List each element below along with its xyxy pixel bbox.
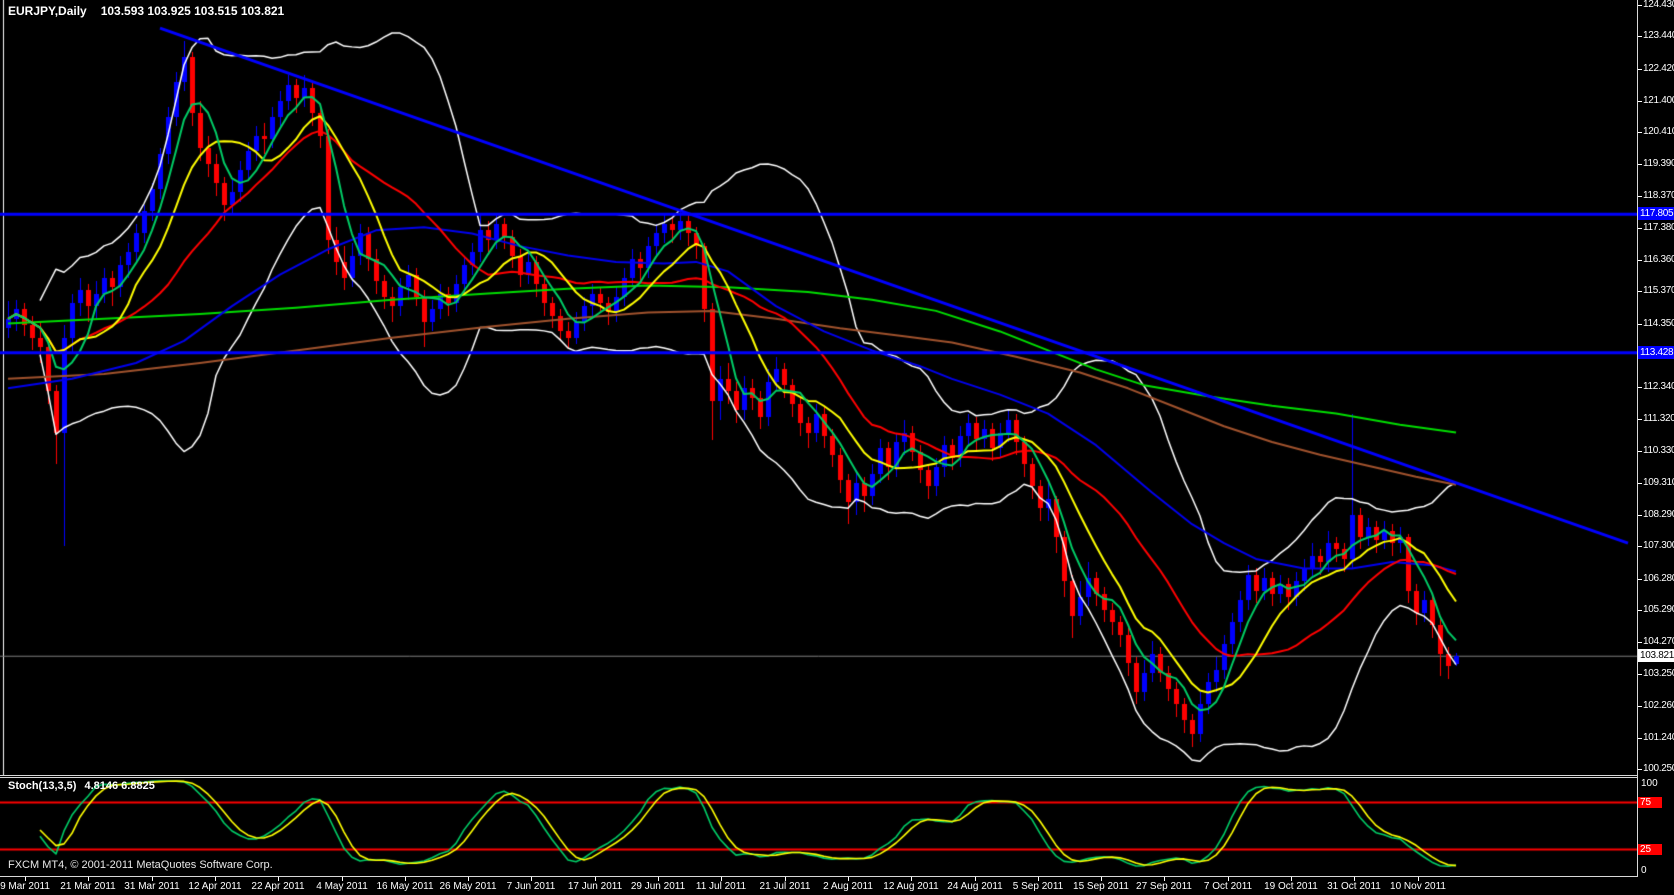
panel-separator-bottom[interactable] (0, 777, 1638, 778)
price-axis-tick (1638, 196, 1642, 197)
price-axis-tick (1638, 769, 1642, 770)
price-axis-tick (1638, 132, 1642, 133)
price-axis-label: 114.350 (1643, 318, 1674, 329)
date-axis-label: 31 Oct 2011 (1327, 881, 1381, 892)
date-axis-label: 31 Mar 2011 (124, 881, 180, 892)
date-axis-label: 21 Jul 2011 (759, 881, 811, 892)
date-axis-label: 24 Aug 2011 (947, 881, 1003, 892)
price-axis-label: 116.360 (1643, 254, 1674, 265)
price-axis-label: 124.430 (1643, 0, 1674, 10)
date-axis-label: 12 Aug 2011 (883, 881, 939, 892)
price-axis-label: 123.440 (1643, 30, 1674, 41)
price-axis-label: 115.370 (1643, 285, 1674, 296)
price-axis[interactable]: 124.430 123.440 122.420 121.400 120.410 119.3… (1638, 0, 1674, 877)
time-axis[interactable]: 9 Mar 2011 21 Mar 2011 31 Mar 2011 12 Apr 2… (0, 877, 1674, 895)
price-axis-tick (1638, 228, 1642, 229)
date-axis-label: 10 Nov 2011 (1390, 881, 1446, 892)
copyright-text: FXCM MT4, © 2001-2011 MetaQuotes Softwar… (8, 859, 273, 871)
price-axis-label: 106.280 (1643, 573, 1674, 584)
price-axis-tick (1638, 164, 1642, 165)
price-axis-tick (1638, 546, 1642, 547)
price-axis-label: 100.250 (1643, 763, 1674, 774)
date-axis-label: 4 May 2011 (316, 881, 368, 892)
date-axis-label: 29 Jun 2011 (630, 881, 686, 892)
date-axis-label: 22 Apr 2011 (251, 881, 305, 892)
price-axis-tick (1638, 483, 1642, 484)
date-axis-label: 19 Oct 2011 (1264, 881, 1318, 892)
price-axis-label: 119.390 (1643, 158, 1674, 169)
date-axis-label: 17 Jun 2011 (567, 881, 623, 892)
chart-title: EURJPY,Daily 103.593 103.925 103.515 103.… (8, 4, 284, 18)
stochastic-values: 4.8146 6.8825 (84, 780, 155, 792)
price-axis-tick (1638, 515, 1642, 516)
price-axis-tick (1638, 387, 1642, 388)
price-axis-tick (1638, 260, 1642, 261)
stoch-axis-label: 0 (1641, 865, 1647, 876)
date-axis-label: 21 Mar 2011 (60, 881, 116, 892)
price-axis-tick (1638, 69, 1642, 70)
price-axis-tick (1638, 291, 1642, 292)
date-axis-label: 2 Aug 2011 (823, 881, 873, 892)
stochastic-title: Stoch(13,3,5) 4.8146 6.8825 (8, 780, 155, 792)
mt4-chart-window: EURJPY,Daily 103.593 103.925 103.515 103.… (0, 0, 1674, 895)
price-axis-tick (1638, 674, 1642, 675)
price-axis-label: 108.290 (1643, 509, 1674, 520)
price-axis-label: 103.250 (1643, 668, 1674, 679)
price-axis-tick (1638, 579, 1642, 580)
date-axis-label: 26 May 2011 (439, 881, 497, 892)
ohlc-values: 103.593 103.925 103.515 103.821 (100, 4, 285, 18)
date-axis-label: 7 Jun 2011 (506, 881, 556, 892)
price-axis-tick (1638, 101, 1642, 102)
price-axis-label: 110.330 (1643, 445, 1674, 456)
stoch-axis-label: 75 (1638, 796, 1662, 808)
price-axis-label: 118.370 (1643, 190, 1674, 201)
price-axis-label: 109.310 (1643, 477, 1674, 488)
price-highlight-badge: 117.805 (1638, 207, 1674, 220)
panel-separator-top[interactable] (0, 775, 1638, 776)
date-axis-label: 16 May 2011 (376, 881, 434, 892)
price-axis-tick (1638, 642, 1642, 643)
date-axis-label: 9 Mar 2011 (0, 881, 50, 892)
price-axis-tick (1638, 451, 1642, 452)
price-axis-label: 104.270 (1643, 636, 1674, 647)
price-axis-tick (1638, 419, 1642, 420)
price-axis-tick (1638, 610, 1642, 611)
date-axis-label: 27 Sep 2011 (1136, 881, 1192, 892)
price-chart-canvas[interactable] (0, 0, 1637, 775)
price-axis-label: 117.380 (1643, 222, 1674, 233)
price-highlight-badge: 103.821 (1638, 649, 1674, 662)
price-axis-label: 111.320 (1643, 413, 1674, 424)
price-axis-label: 120.410 (1643, 126, 1674, 137)
stoch-axis-label: 100 (1641, 778, 1658, 789)
price-axis-label: 107.300 (1643, 540, 1674, 551)
price-highlight-badge: 113.428 (1638, 346, 1674, 359)
date-axis-label: 5 Sep 2011 (1012, 881, 1064, 892)
price-axis-label: 121.400 (1643, 95, 1674, 106)
price-axis-tick (1638, 324, 1642, 325)
price-axis-label: 102.260 (1643, 700, 1674, 711)
stochastic-label: Stoch(13,3,5) (8, 780, 77, 792)
price-axis-tick (1638, 5, 1642, 6)
price-axis-label: 112.340 (1643, 381, 1674, 392)
date-axis-label: 15 Sep 2011 (1073, 881, 1129, 892)
price-axis-label: 122.420 (1643, 63, 1674, 74)
price-axis-tick (1638, 706, 1642, 707)
date-axis-label: 12 Apr 2011 (188, 881, 242, 892)
price-axis-label: 105.290 (1643, 604, 1674, 615)
stoch-axis-label: 25 (1638, 843, 1662, 855)
date-axis-label: 11 Jul 2011 (695, 881, 747, 892)
date-axis-label: 7 Oct 2011 (1203, 881, 1253, 892)
price-axis-tick (1638, 36, 1642, 37)
price-axis-label: 101.240 (1643, 732, 1674, 743)
price-axis-tick (1638, 738, 1642, 739)
symbol-period-label: EURJPY,Daily (8, 4, 87, 18)
